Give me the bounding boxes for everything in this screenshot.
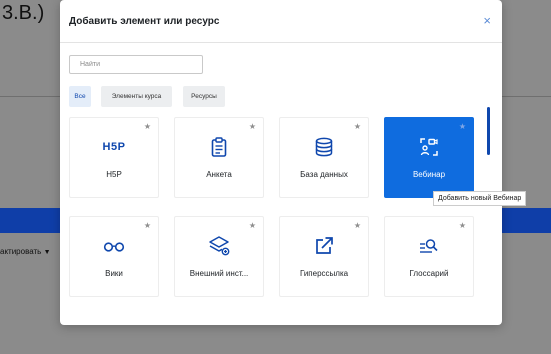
webinar-tooltip: Добавить новый Вебинар (433, 191, 527, 206)
tab-course-elements[interactable]: Элементы курса (101, 86, 172, 107)
webinar-icon (385, 135, 473, 159)
clipboard-icon (175, 135, 263, 159)
tab-all[interactable]: Все (69, 86, 91, 107)
activity-label: Вики (105, 269, 123, 278)
glossary-search-icon (385, 234, 473, 258)
activity-label: Внешний инст... (189, 269, 249, 278)
modal-scrollbar[interactable] (487, 107, 490, 155)
star-icon[interactable]: ★ (249, 221, 256, 230)
star-icon[interactable]: ★ (354, 122, 361, 131)
tab-resources[interactable]: Ресурсы (183, 86, 225, 107)
activity-label: Гиперссылка (299, 269, 349, 278)
search-input[interactable] (69, 55, 203, 74)
add-activity-modal: Добавить элемент или ресурс × Все Элемен… (60, 0, 502, 325)
database-icon (280, 135, 368, 159)
activity-card-webinar[interactable]: ★ Вебинар (384, 117, 474, 198)
star-icon[interactable]: ★ (249, 122, 256, 131)
activity-label: Анкета (206, 170, 232, 179)
star-icon[interactable]: ★ (459, 122, 466, 131)
activity-label: H5P (106, 170, 122, 179)
background-edit-link[interactable]: актировать ▼ (0, 247, 51, 256)
background-edit-label: актировать (0, 247, 42, 256)
close-icon[interactable]: × (483, 14, 491, 27)
glasses-icon (70, 234, 158, 258)
star-icon[interactable]: ★ (459, 221, 466, 230)
star-icon[interactable]: ★ (354, 221, 361, 230)
activity-label: Глоссарий (409, 269, 449, 278)
star-icon[interactable]: ★ (144, 122, 151, 131)
activity-card-h5p[interactable]: ★ H5P H5P (69, 117, 159, 198)
activity-card-wiki[interactable]: ★ Вики (69, 216, 159, 297)
activity-label: База данных (300, 170, 348, 179)
modal-title: Добавить элемент или ресурс (69, 16, 220, 27)
chevron-down-icon: ▼ (43, 249, 51, 256)
external-link-icon (280, 234, 368, 258)
modal-header: Добавить элемент или ресурс × (60, 0, 502, 43)
external-tool-icon (175, 234, 263, 258)
activity-grid: ★ H5P H5P ★ Анкета ★ База данных ★ Вебин… (69, 117, 489, 327)
activity-card-glossary[interactable]: ★ Глоссарий (384, 216, 474, 297)
background-title: 3.B.) (2, 2, 45, 24)
activity-card-survey[interactable]: ★ Анкета (174, 117, 264, 198)
activity-card-url[interactable]: ★ Гиперссылка (279, 216, 369, 297)
h5p-icon: H5P (102, 141, 126, 153)
activity-card-external-tool[interactable]: ★ Внешний инст... (174, 216, 264, 297)
activity-label: Вебинар (412, 170, 446, 179)
activity-card-database[interactable]: ★ База данных (279, 117, 369, 198)
star-icon[interactable]: ★ (144, 221, 151, 230)
